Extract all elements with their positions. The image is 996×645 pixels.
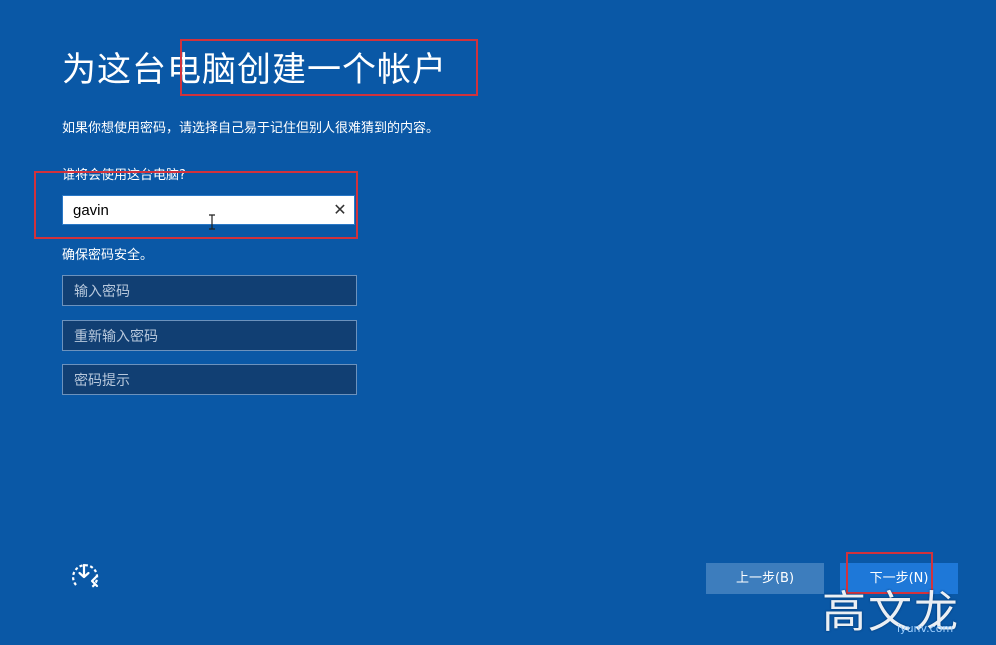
password-hint-input[interactable] (63, 365, 356, 394)
password-field[interactable] (62, 275, 357, 306)
page-title: 为这台电脑创建一个帐户 (62, 50, 447, 90)
username-input[interactable] (63, 196, 323, 224)
clear-icon[interactable]: ✕ (330, 200, 350, 220)
text-cursor-icon (209, 214, 215, 230)
watermark-site: iyunv.com (897, 622, 954, 635)
ease-of-access-icon[interactable] (67, 559, 103, 593)
oobe-screen: 为这台电脑创建一个帐户 如果你想使用密码，请选择自己易于记住但别人很难猜到的内容… (0, 0, 996, 645)
reenter-password-input[interactable] (63, 321, 356, 350)
reenter-password-field[interactable] (62, 320, 357, 351)
who-label: 谁将会使用这台电脑? (62, 168, 186, 183)
security-label: 确保密码安全。 (62, 248, 154, 263)
password-hint-field[interactable] (62, 364, 357, 395)
next-button[interactable]: 下一步(N) (840, 563, 958, 594)
password-input[interactable] (63, 276, 356, 305)
page-subtitle: 如果你想使用密码，请选择自己易于记住但别人很难猜到的内容。 (62, 121, 440, 136)
back-button[interactable]: 上一步(B) (706, 563, 824, 594)
